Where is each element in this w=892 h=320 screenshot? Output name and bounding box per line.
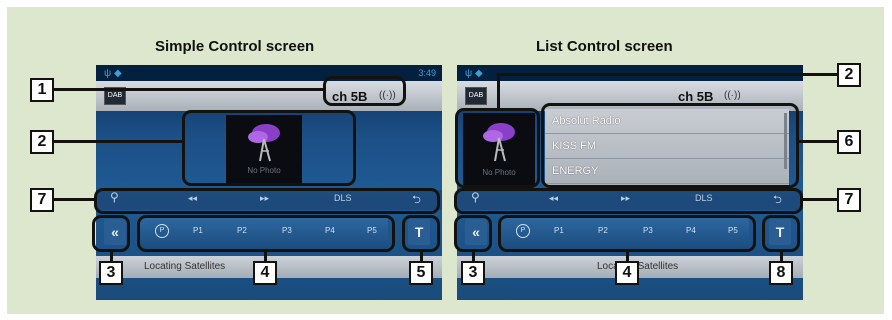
callout-box-back	[454, 215, 492, 252]
signal-icon: ((·))	[724, 90, 741, 101]
callout-number-4: 4	[615, 261, 639, 285]
callout-box-artwork	[455, 108, 540, 188]
clock: 3:49	[418, 68, 436, 78]
callout-box-tune	[402, 215, 440, 252]
callout-box-presets	[137, 215, 395, 252]
callout-number-7: 7	[30, 188, 54, 212]
leader-line	[803, 198, 838, 201]
leader-line	[497, 73, 838, 76]
callout-number-4: 4	[253, 261, 277, 285]
callout-number-3: 3	[99, 261, 123, 285]
callout-box-list	[541, 103, 799, 188]
callout-number-2: 2	[30, 130, 54, 154]
callout-number-6: 6	[837, 130, 861, 154]
callout-box-artwork	[182, 110, 356, 186]
status-text: Locating Satellites	[144, 261, 226, 272]
notification-icon: ◆	[475, 68, 483, 79]
bluetooth-icon: ψ	[465, 68, 473, 79]
callout-number-1: 1	[30, 78, 54, 102]
leader-line	[53, 198, 94, 201]
callout-number-5: 5	[409, 261, 433, 285]
callout-box-channel	[323, 76, 406, 106]
simple-control-title: Simple Control screen	[155, 38, 315, 55]
callout-box-back	[92, 215, 130, 252]
list-control-title: List Control screen	[536, 38, 673, 55]
callout-box-presets	[498, 215, 756, 252]
leader-line	[53, 140, 182, 143]
callout-number-2: 2	[837, 63, 861, 87]
channel-label: ch 5B	[678, 89, 714, 104]
callout-number-8: 8	[769, 261, 793, 285]
callout-box-controls	[454, 188, 803, 214]
callout-number-3: 3	[461, 261, 485, 285]
callout-number-7: 7	[837, 188, 861, 212]
leader-line	[53, 88, 323, 91]
callout-box-controls	[94, 188, 440, 214]
leader-line	[497, 73, 500, 108]
source-icon[interactable]: DAB	[465, 87, 487, 105]
bluetooth-icon: ψ	[104, 68, 112, 79]
callout-box-tune	[762, 215, 800, 252]
leader-line	[799, 140, 838, 143]
notification-icon: ◆	[114, 68, 122, 79]
